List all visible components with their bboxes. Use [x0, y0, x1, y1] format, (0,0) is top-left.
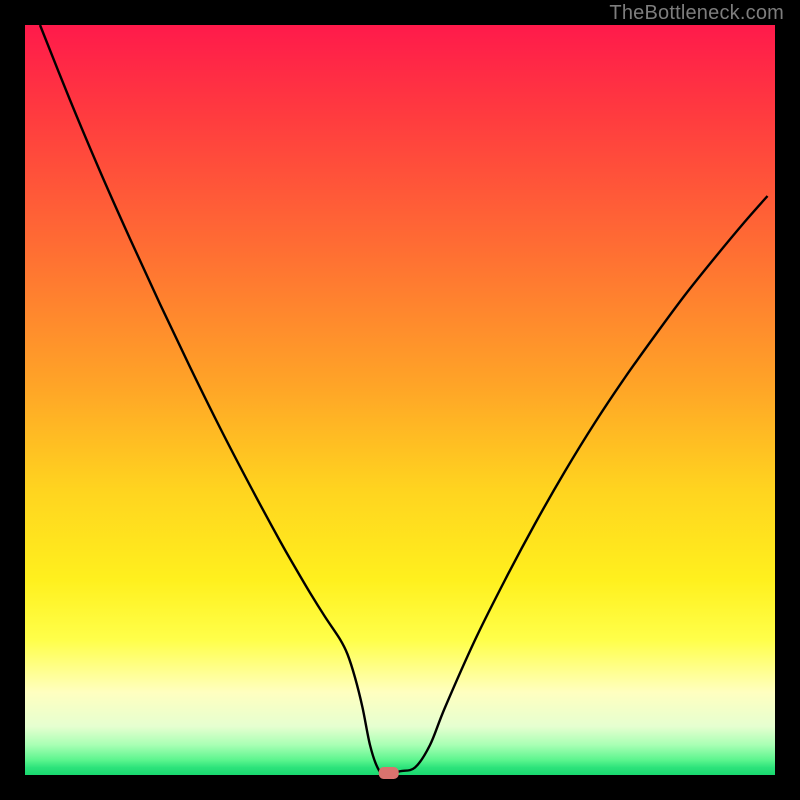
- plot-background: [25, 25, 775, 775]
- bottleneck-chart: [0, 0, 800, 800]
- optimum-marker: [379, 767, 399, 779]
- attribution-text: TheBottleneck.com: [609, 2, 784, 25]
- chart-container: TheBottleneck.com: [0, 0, 800, 800]
